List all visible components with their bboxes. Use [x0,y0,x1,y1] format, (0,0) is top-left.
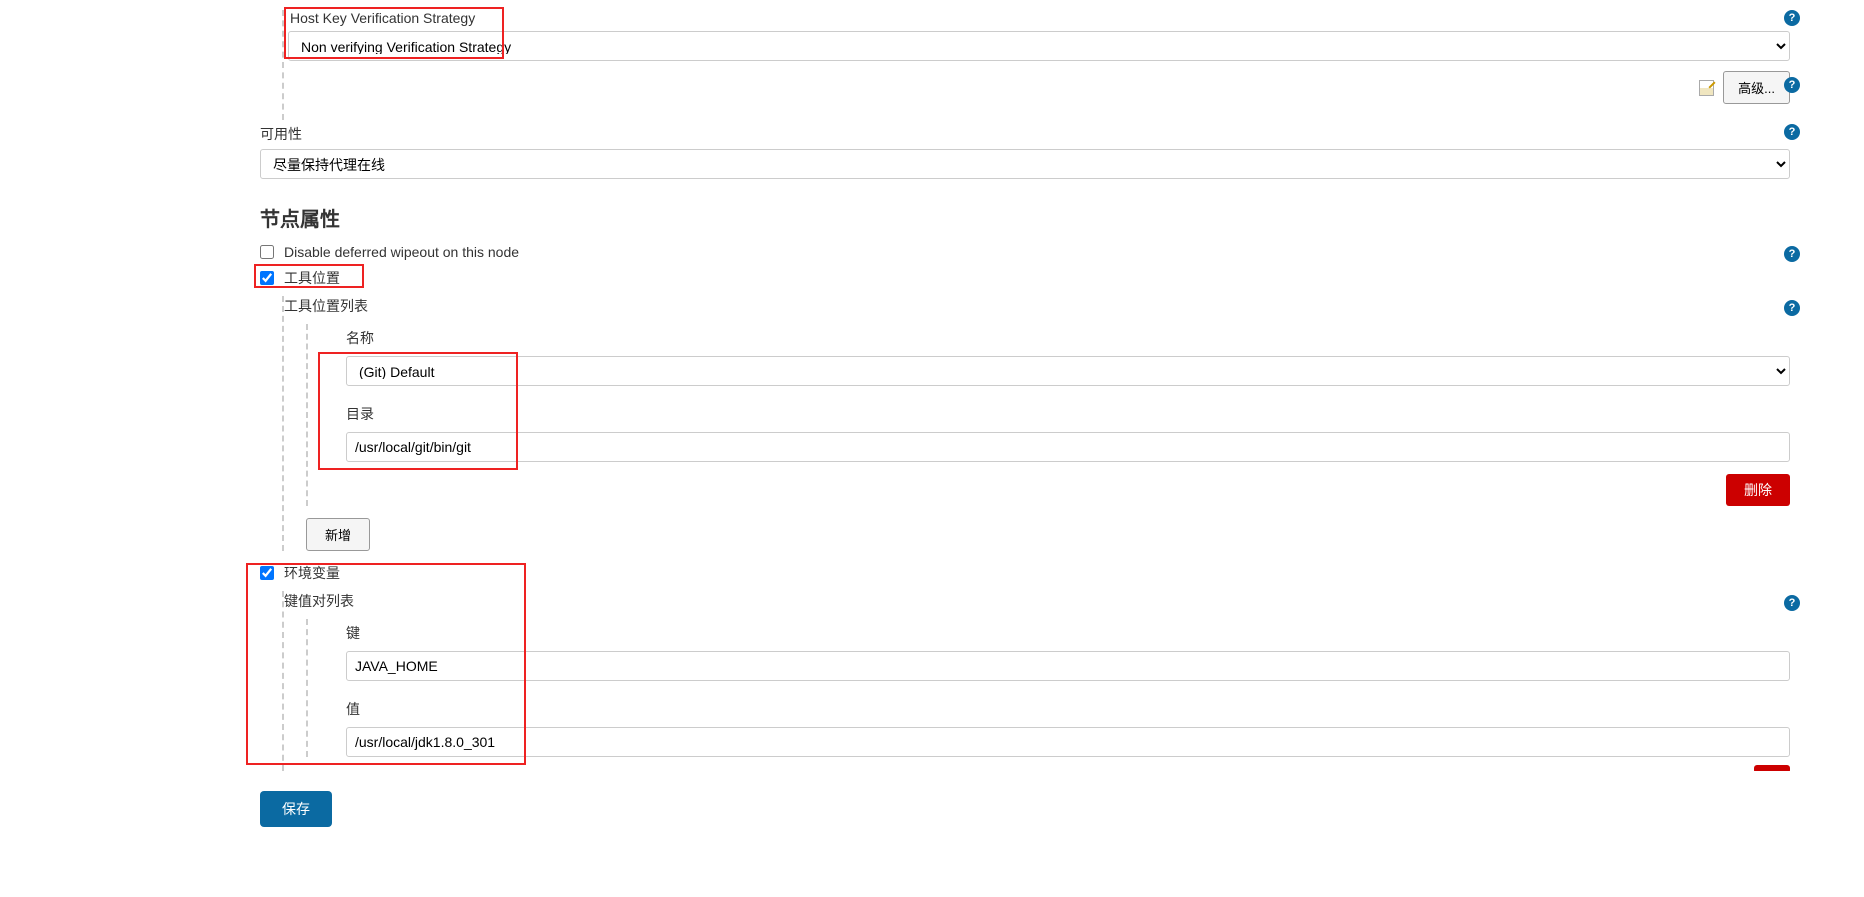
notepad-icon [1699,80,1715,96]
disable-deferred-checkbox[interactable] [260,245,274,259]
tool-name-select[interactable]: (Git) Default [346,356,1790,386]
add-tool-button[interactable]: 新增 [306,518,370,551]
node-props-title: 节点属性 [260,203,1790,232]
tool-list-label: 工具位置列表 ? [284,296,1790,316]
env-key-label: 键 [346,619,1790,647]
env-vars-checkbox[interactable] [260,566,274,580]
env-value-label: 值 [346,695,1790,723]
hostkey-select[interactable]: Non verifying Verification Strategy [288,31,1790,61]
kv-list-label: 键值对列表 ? [284,591,1790,611]
env-value-input[interactable] [346,727,1790,757]
tool-dir-label: 目录 [346,400,1790,428]
availability-label: 可用性 [260,124,1790,144]
hostkey-label: Host Key Verification Strategy [290,10,1790,26]
help-icon[interactable]: ? [1784,595,1800,611]
help-icon[interactable]: ? [1784,300,1800,316]
save-button[interactable]: 保存 [260,791,332,827]
help-icon[interactable]: ? [1784,246,1800,262]
delete-env-button[interactable] [1754,765,1790,771]
disable-deferred-label: Disable deferred wipeout on this node [284,244,519,260]
help-icon[interactable]: ? [1784,77,1800,93]
delete-tool-button[interactable]: 删除 [1726,474,1790,506]
env-key-input[interactable] [346,651,1790,681]
availability-select[interactable]: 尽量保持代理在线 [260,149,1790,179]
help-icon[interactable]: ? [1784,10,1800,26]
tool-location-checkbox[interactable] [260,271,274,285]
tool-location-label: 工具位置 [284,268,340,288]
env-vars-label: 环境变量 [284,563,340,583]
tool-dir-input[interactable] [346,432,1790,462]
tool-name-label: 名称 [346,324,1790,352]
help-icon[interactable]: ? [1784,124,1800,140]
advanced-button[interactable]: 高级... [1723,71,1790,104]
